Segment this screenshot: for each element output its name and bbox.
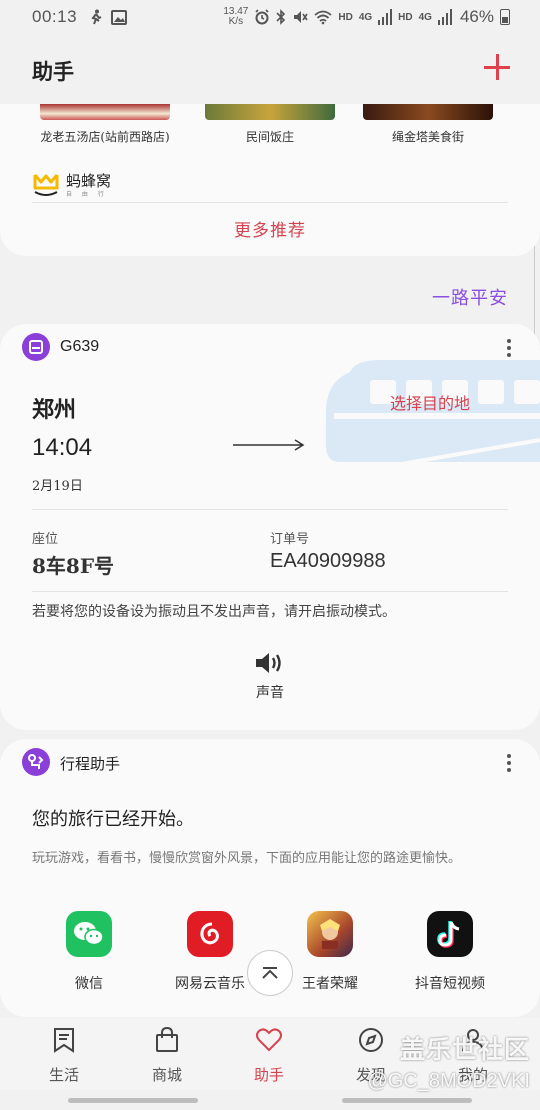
order-label: 订单号	[270, 532, 310, 547]
train-number: G639	[60, 338, 100, 355]
divider	[32, 591, 508, 592]
page-title: 助手	[32, 59, 74, 84]
seat-value: 8车8F号	[32, 554, 115, 578]
nav-item-life[interactable]: 生活	[24, 1026, 104, 1085]
provider-logo: 蚂蜂窝 自 由 行	[32, 172, 111, 198]
bluetooth-icon	[276, 9, 286, 25]
vibrate-note: 若要将您的设备设为振动且不发出声音，请开启振动模式。	[32, 604, 396, 620]
departure-time: 14:04	[32, 434, 93, 461]
wifi-icon	[314, 10, 332, 25]
recommendation-name[interactable]: 绳金塔美食街	[343, 128, 513, 145]
recommendation-name[interactable]: 龙老五汤店(站前西路店)	[20, 128, 190, 145]
mafengwo-logo-icon	[33, 174, 59, 196]
departure-city: 郑州	[32, 397, 77, 423]
heart-icon	[256, 1028, 282, 1052]
train-icon	[22, 333, 50, 361]
run-icon	[91, 9, 102, 25]
departure-date: 2月19日	[32, 479, 83, 494]
train-ticket-card: G639 选择目的地 郑州 14:04 2月19日 座位 8车8F号 订单号 E…	[0, 324, 540, 730]
netease-music-icon	[187, 911, 233, 957]
collapse-up-button[interactable]	[247, 950, 293, 996]
douyin-icon	[427, 911, 473, 957]
gesture-bar[interactable]	[342, 1098, 472, 1103]
seat-label: 座位	[32, 532, 59, 547]
signal-icon	[378, 9, 393, 25]
divider	[32, 509, 508, 510]
app-douyin[interactable]: 抖音短视频	[390, 911, 510, 993]
mute-icon	[294, 11, 309, 23]
alarm-icon	[255, 9, 269, 25]
gesture-bar[interactable]	[68, 1098, 198, 1103]
select-destination-button[interactable]: 选择目的地	[390, 390, 470, 414]
app-wechat[interactable]: 微信	[29, 911, 149, 993]
itinerary-heading: 您的旅行已经开始。	[32, 809, 194, 830]
sound-label: 声音	[256, 685, 284, 701]
recommendation-name[interactable]: 民间饭庄	[185, 128, 355, 145]
nav-item-assistant[interactable]: 助手	[229, 1026, 309, 1085]
more-options-icon[interactable]	[506, 754, 512, 772]
gallery-icon	[111, 9, 128, 25]
sound-button[interactable]: 声音	[240, 650, 300, 714]
more-recommendations-button[interactable]: 更多推荐	[0, 216, 540, 241]
app-header: 助手	[0, 40, 540, 100]
signal-icon	[437, 9, 452, 25]
recommendations-card: 龙老五汤店(站前西路店) 民间饭庄 绳金塔美食街 蚂蜂窝 自 由 行 更多推荐	[0, 104, 540, 256]
arrow-right-icon	[233, 439, 305, 451]
add-icon[interactable]	[484, 54, 510, 80]
bookmark-page-icon	[54, 1028, 74, 1053]
itinerary-description: 玩玩游戏，看看书，慢慢欣赏窗外风景，下面的应用能让您的路途更愉快。	[32, 851, 462, 866]
itinerary-title: 行程助手	[60, 755, 121, 773]
restaurant-image[interactable]	[205, 104, 335, 120]
divider	[32, 202, 508, 203]
order-value: EA40909988	[270, 550, 386, 572]
safe-trip-label: 一路平安	[432, 288, 508, 309]
chevron-up-icon	[262, 967, 278, 979]
wechat-icon	[66, 911, 112, 957]
watermark: 盖乐世社区 @GC_8MOD2VKI	[367, 1036, 530, 1092]
speaker-icon	[256, 653, 281, 673]
status-time: 00:13	[32, 7, 78, 26]
battery-percent: 46%	[459, 7, 494, 26]
status-bar: 00:13 13.47 K/s HD 4G HD 4G 46%	[0, 0, 540, 34]
restaurant-image[interactable]	[40, 104, 170, 120]
itinerary-icon	[22, 748, 50, 776]
shopping-bag-icon	[156, 1026, 178, 1052]
battery-icon	[500, 9, 510, 25]
net-speed: 13.47 K/s	[223, 6, 249, 27]
restaurant-image[interactable]	[363, 104, 493, 120]
nav-item-mall[interactable]: 商城	[127, 1026, 207, 1085]
honor-of-kings-icon	[307, 911, 353, 957]
